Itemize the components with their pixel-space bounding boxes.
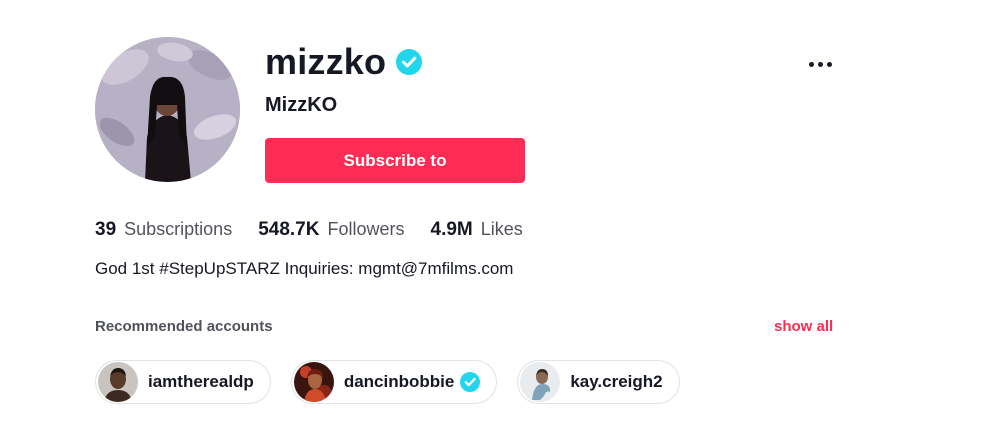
recommended-account-name: dancinbobbie (343, 372, 455, 391)
subscriptions-label: Subscriptions (124, 219, 233, 239)
username-row: mizzko (265, 40, 423, 84)
more-horizontal-icon-dot (826, 61, 832, 67)
followers-count: 548.7K (258, 219, 320, 240)
profile-page: mizzko MizzKO Subscribe to 39 Subscripti… (0, 0, 984, 440)
more-options-button[interactable] (800, 50, 840, 78)
profile-avatar[interactable] (95, 37, 240, 182)
recommended-account-name: iamtherealdp (148, 372, 254, 391)
stat-followers[interactable]: 548.7K Followers (258, 216, 404, 243)
verified-badge-icon (460, 372, 481, 392)
username: mizzko (265, 41, 387, 82)
followers-label: Followers (327, 219, 405, 239)
verified-badge-icon (396, 49, 423, 75)
recommended-account-kay-creigh2[interactable]: kay.creigh2 (517, 360, 680, 404)
recommended-account-iamtherealdp[interactable]: iamtherealdp (95, 360, 271, 404)
subscribe-button[interactable]: Subscribe to (265, 138, 525, 183)
profile-stats: 39 Subscriptions 548.7K Followers 4.9M L… (95, 216, 549, 243)
recommended-account-dancinbobbie[interactable]: dancinbobbie (290, 360, 498, 404)
subscriptions-count: 39 (95, 219, 117, 240)
recommended-account-name: kay.creigh2 (570, 372, 663, 391)
avatar (520, 362, 561, 402)
profile-avatar-image (95, 37, 240, 182)
recommended-accounts-title: Recommended accounts (95, 318, 273, 335)
stat-likes: 4.9M Likes (431, 216, 523, 243)
more-horizontal-icon (808, 61, 814, 67)
avatar (98, 362, 138, 402)
stat-subscriptions[interactable]: 39 Subscriptions (95, 216, 232, 243)
display-name: MizzKO (265, 94, 338, 116)
profile-bio: God 1st #StepUpSTARZ Inquiries: mgmt@7mf… (95, 259, 514, 278)
show-all-link[interactable]: show all (774, 317, 833, 337)
likes-count: 4.9M (430, 219, 473, 240)
recommended-accounts-list: iamtherealdp dancinbobbie kay.creigh2 (95, 360, 680, 404)
likes-label: Likes (480, 219, 523, 239)
avatar (293, 362, 334, 402)
more-horizontal-icon-dot (817, 61, 823, 67)
